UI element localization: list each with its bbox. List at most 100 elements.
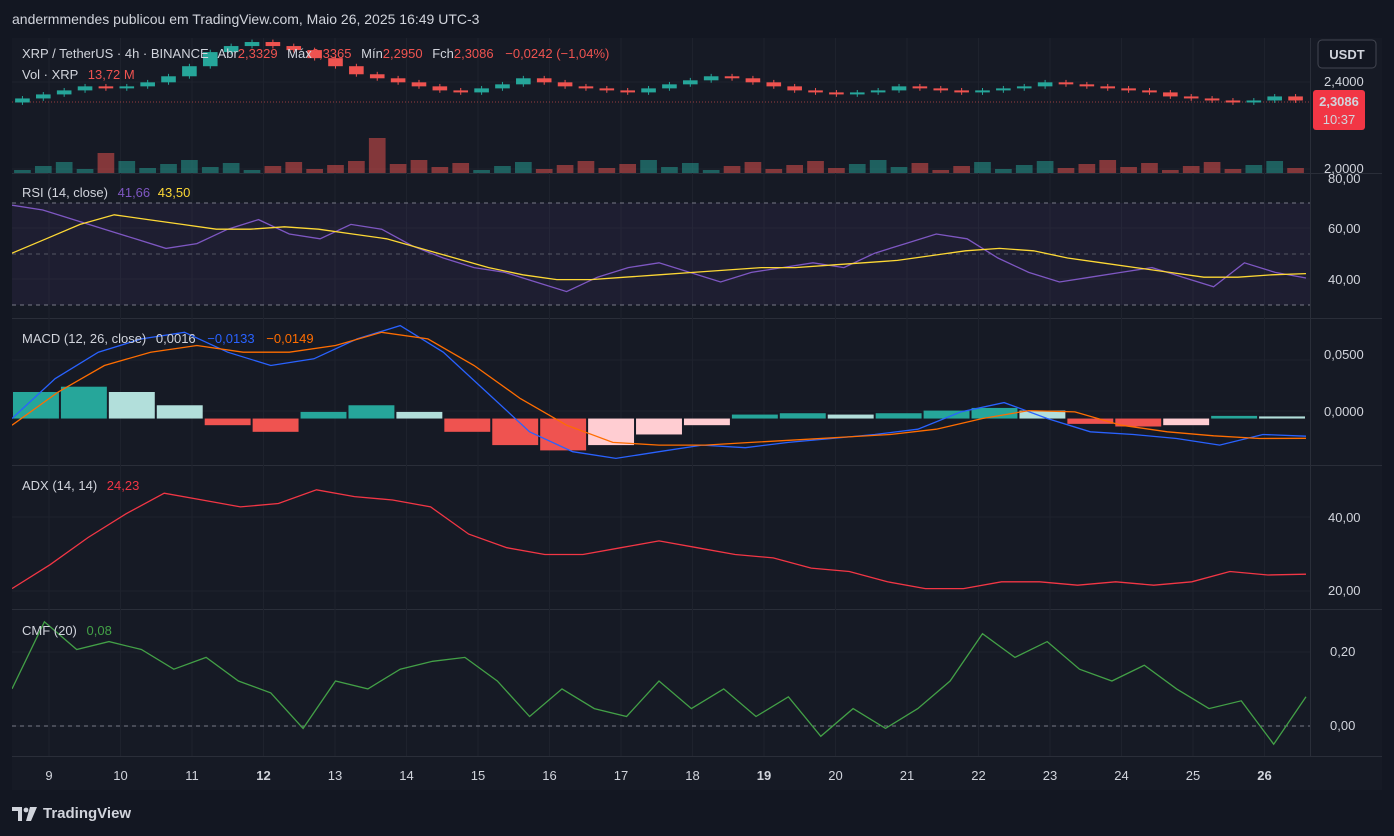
volume-bar	[1099, 160, 1117, 173]
candle-body	[161, 76, 176, 83]
volume-bar	[1120, 167, 1137, 173]
macd-histogram-bar	[492, 418, 539, 446]
rsi-axis-label-0: 80,00	[1328, 171, 1361, 186]
candle-body	[495, 84, 510, 89]
macd-histogram-bar	[731, 414, 778, 419]
volume-bar	[1036, 161, 1054, 173]
legend-volume: Vol · XRP 13,72 M	[22, 67, 135, 82]
time-axis-label: 19	[757, 768, 771, 783]
volume-bar	[243, 170, 261, 173]
candle-body	[56, 90, 72, 95]
volume-bar	[1015, 165, 1033, 173]
candle-body	[849, 92, 865, 95]
candle-body	[975, 90, 990, 93]
legend-symbol: XRP / TetherUS · 4h · BINANCE Abr2,3329 …	[22, 46, 609, 61]
volume-bar	[181, 160, 198, 173]
volume-bar	[285, 162, 303, 173]
candle-body	[1163, 92, 1178, 97]
volume-bar	[1287, 168, 1304, 173]
volume-bar	[431, 167, 449, 173]
footer-bar	[0, 790, 1394, 836]
volume-bar	[1182, 166, 1200, 173]
candle-body	[1100, 86, 1116, 89]
volume-bar	[306, 169, 323, 173]
candle-body	[599, 88, 615, 91]
candle-body	[1079, 84, 1095, 87]
time-axis-label: 10	[113, 768, 127, 783]
volume-bar	[577, 161, 595, 173]
volume-bar	[619, 164, 637, 173]
volume-bar	[514, 162, 532, 173]
brand-label: TradingView	[43, 805, 132, 822]
candle-body	[536, 78, 552, 83]
legend-rsi: RSI (14, close) 41,66 43,50	[22, 185, 190, 200]
volume-bar	[494, 166, 511, 173]
candle-body	[349, 66, 364, 75]
candle-body	[1121, 88, 1136, 91]
volume-bar	[160, 164, 177, 173]
chart-area[interactable]: XRP / TetherUS · 4h · BINANCE Abr2,3329 …	[12, 38, 1382, 790]
candle-body	[1183, 96, 1199, 99]
candle-body	[411, 82, 427, 87]
macd-histogram-bar	[204, 418, 251, 426]
volume-bar	[911, 163, 929, 173]
currency-button[interactable]: USDT	[1317, 39, 1377, 69]
last-price-badge: 2,3086 10:37	[1313, 90, 1365, 130]
chart-canvas[interactable]: XRP / TetherUS · 4h · BINANCE Abr2,3329 …	[12, 38, 1382, 790]
macd-histogram-bar	[396, 411, 443, 419]
volume-bar	[1266, 161, 1284, 173]
candle-body	[1267, 96, 1282, 101]
macd-histogram-bar	[827, 414, 874, 419]
currency-button-label: USDT	[1329, 47, 1364, 62]
candle-body	[787, 86, 802, 91]
candle-body	[766, 82, 782, 87]
volume-bar	[974, 162, 991, 173]
candle-body	[15, 98, 30, 103]
pane-separators	[12, 38, 1382, 757]
time-axis[interactable]: 9 10 11 12 13 14 15 16 17 18 19 20 21 22 23 24 25 26	[45, 768, 1271, 783]
volume-bar	[452, 163, 470, 173]
volume-bar	[702, 170, 720, 173]
macd-histogram-bar	[683, 418, 730, 426]
volume-bar	[1057, 168, 1075, 173]
candle-body	[1058, 82, 1074, 85]
volume-bar	[139, 168, 157, 173]
time-axis-label: 13	[328, 768, 342, 783]
candle-body	[954, 90, 969, 93]
time-axis-label: 20	[828, 768, 842, 783]
last-price-value: 2,3086	[1319, 94, 1359, 109]
volume-bar	[222, 163, 240, 173]
candle-body	[745, 78, 761, 83]
candle-body	[453, 90, 469, 93]
cmf-axis-label-1: 0,00	[1330, 718, 1355, 733]
volume-bar	[348, 161, 365, 173]
macd-histogram-bar	[1211, 415, 1258, 419]
bar-countdown: 10:37	[1323, 112, 1356, 127]
volume-bar	[1224, 169, 1242, 173]
candle-body	[912, 86, 928, 89]
macd-histogram-bar	[636, 418, 682, 435]
tradingview-brand[interactable]: TradingView	[12, 805, 131, 822]
volume-bar	[723, 166, 741, 173]
candle-body	[662, 84, 677, 89]
candle-body	[683, 80, 698, 85]
candle-body	[119, 86, 135, 89]
macd-histogram-bar	[875, 413, 922, 419]
volume-bar	[1161, 170, 1179, 173]
volume-bar	[744, 162, 762, 173]
candle-body	[641, 88, 656, 93]
volume-bar	[556, 165, 574, 173]
rsi-axis-label-1: 60,00	[1328, 221, 1361, 236]
time-axis-label: 17	[614, 768, 628, 783]
adx-line	[12, 489, 1307, 590]
macd-histogram-bar	[1163, 418, 1210, 426]
volume-bar	[14, 170, 31, 173]
macd-histogram-bar	[348, 405, 395, 419]
cmf-axis-label-0: 0,20	[1330, 644, 1355, 659]
time-axis-label: 22	[971, 768, 985, 783]
candle-body	[891, 86, 907, 91]
candle-body	[98, 86, 114, 89]
candle-body	[870, 90, 886, 93]
volume-bar	[1078, 164, 1096, 173]
adx-axis-label-0: 40,00	[1328, 510, 1361, 525]
